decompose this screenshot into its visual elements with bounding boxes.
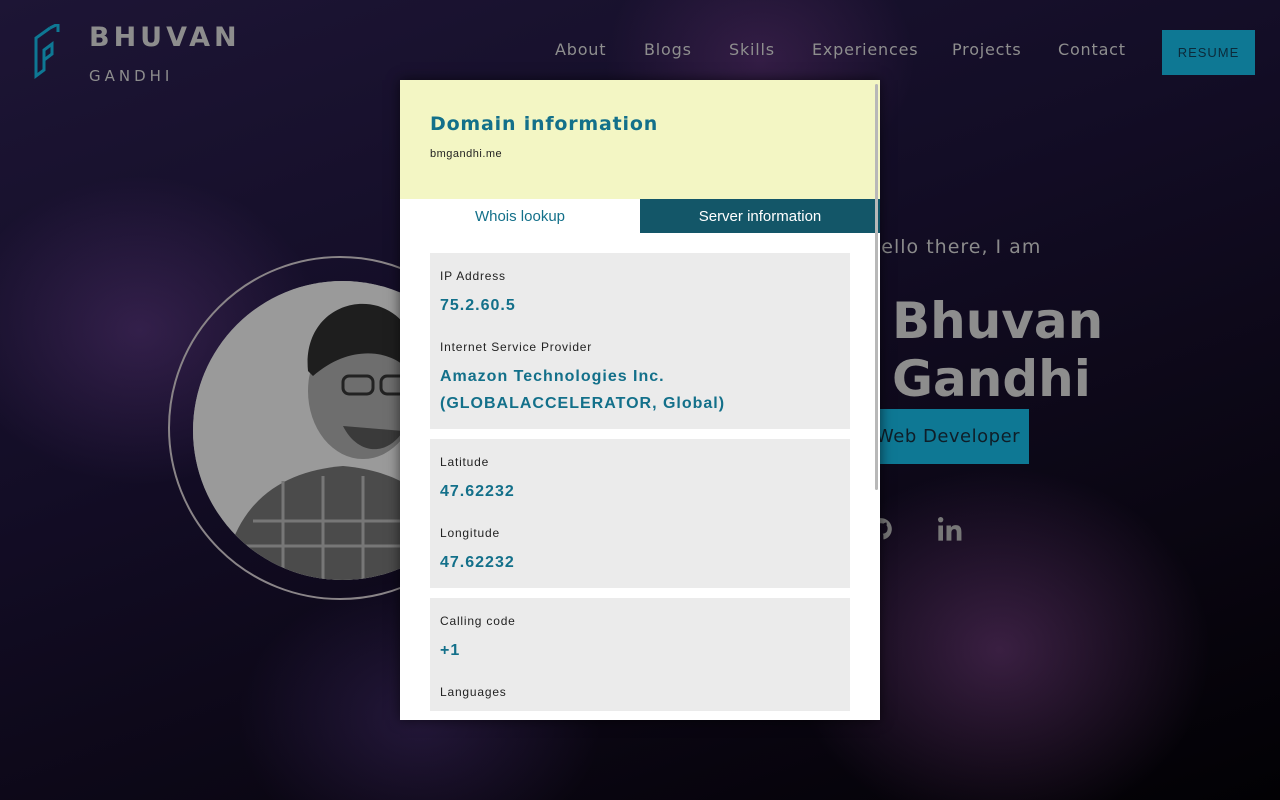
popup-scrollbar[interactable] <box>875 84 878 490</box>
nav-skills[interactable]: Skills <box>729 40 775 59</box>
tab-server-information[interactable]: Server information <box>640 199 880 233</box>
nav-about[interactable]: About <box>555 40 606 59</box>
nav-contact[interactable]: Contact <box>1058 40 1126 59</box>
popup-domain: bmgandhi.me <box>430 148 503 160</box>
hero-role-badge[interactable]: Web Developer <box>868 409 1029 464</box>
calling-code-label: Calling code <box>440 614 516 628</box>
isp-value: Amazon Technologies Inc. (GLOBALACCELERA… <box>440 368 726 412</box>
nav-experiences[interactable]: Experiences <box>812 40 918 59</box>
popup-header: Domain information bmgandhi.me <box>400 80 880 199</box>
longitude-value: 47.62232 <box>440 554 515 571</box>
popup-tabs: Whois lookup Server information <box>400 199 880 233</box>
latitude-label: Latitude <box>440 455 490 469</box>
server-info-list: IP Address 75.2.60.5 Internet Service Pr… <box>400 233 880 711</box>
tab-whois-lookup[interactable]: Whois lookup <box>400 199 640 233</box>
ip-value: 75.2.60.5 <box>440 297 516 314</box>
hero-intro: Hello there, I am <box>866 236 1042 258</box>
popup-title: Domain information <box>430 113 659 135</box>
brand-last-name[interactable]: GANDHI <box>89 67 173 85</box>
isp-label: Internet Service Provider <box>440 340 593 354</box>
ip-label: IP Address <box>440 269 506 283</box>
network-card: IP Address 75.2.60.5 Internet Service Pr… <box>430 253 850 429</box>
hero-name: Bhuvan Gandhi <box>892 292 1104 408</box>
domain-info-popup: Domain information bmgandhi.me Whois loo… <box>400 80 880 720</box>
longitude-label: Longitude <box>440 526 500 540</box>
locale-card: Calling code +1 Languages <box>430 598 850 711</box>
resume-button[interactable]: RESUME <box>1162 30 1255 75</box>
nav-projects[interactable]: Projects <box>952 40 1021 59</box>
logo-icon[interactable] <box>30 24 62 80</box>
location-card: Latitude 47.62232 Longitude 47.62232 <box>430 439 850 588</box>
languages-label: Languages <box>440 685 507 699</box>
nav-blogs[interactable]: Blogs <box>644 40 692 59</box>
brand-first-name[interactable]: BHUVAN <box>89 22 241 53</box>
linkedin-icon[interactable] <box>936 514 964 544</box>
calling-code-value: +1 <box>440 642 461 659</box>
latitude-value: 47.62232 <box>440 483 515 500</box>
